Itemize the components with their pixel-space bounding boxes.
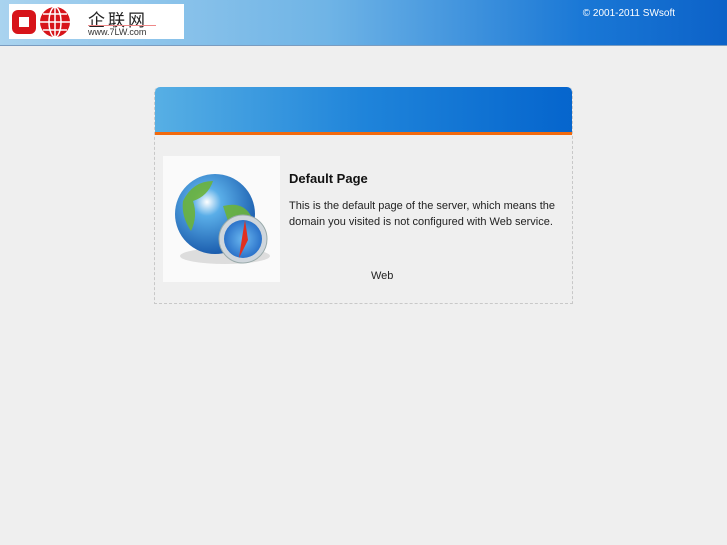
top-banner: 企联网 www.7LW.com © 2001-2011 SWsoft [0,0,727,46]
web-link[interactable]: Web [371,270,393,282]
default-page-card: Default Page This is the default page of… [154,87,573,304]
copyright: © 2001-2011 SWsoft [582,8,675,19]
logo-globe-icon [12,6,70,38]
card-accent-stripe [155,132,572,135]
logo-url: www.7LW.com [88,27,147,37]
page-description: This is the default page of the server, … [289,200,555,228]
site-logo[interactable]: 企联网 www.7LW.com [9,4,184,39]
logo-divider [88,25,156,26]
globe-compass-icon [175,174,270,264]
globe-compass-image [163,156,280,282]
page-title: Default Page [289,171,368,186]
card-header [155,87,572,132]
